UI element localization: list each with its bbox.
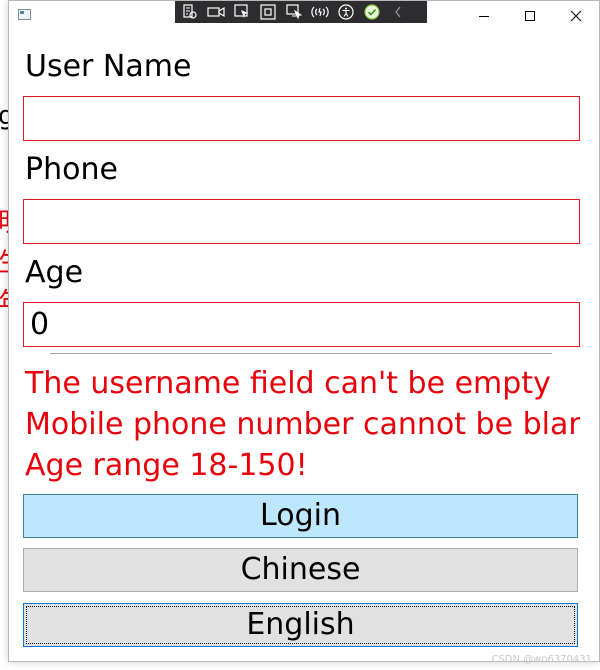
xaml-dev-toolbar	[175, 1, 427, 23]
error-separator	[50, 353, 552, 354]
display-layout-adorners-icon[interactable]	[259, 3, 277, 21]
age-error: Age range 18-150!	[25, 448, 308, 483]
track-focus-icon[interactable]	[285, 3, 303, 21]
minimize-button[interactable]	[461, 1, 507, 31]
accessibility-icon[interactable]	[337, 3, 355, 21]
username-input[interactable]	[23, 96, 580, 141]
title-bar[interactable]	[9, 1, 599, 31]
maximize-button[interactable]	[507, 1, 553, 31]
watermark: CSDN @wo6370431	[491, 654, 592, 665]
record-icon[interactable]	[207, 3, 225, 21]
phone-error: Mobile phone number cannot be blank	[25, 407, 580, 442]
app-icon[interactable]	[18, 9, 31, 20]
chinese-button[interactable]: Chinese	[23, 548, 578, 592]
age-input[interactable]	[23, 302, 580, 347]
username-label: User Name	[25, 49, 192, 84]
live-visual-tree-icon[interactable]	[181, 3, 199, 21]
login-button[interactable]: Login	[23, 494, 578, 538]
age-label: Age	[25, 255, 84, 290]
hot-reload-icon[interactable]	[311, 3, 329, 21]
phone-label: Phone	[25, 152, 118, 187]
english-button[interactable]: English	[23, 603, 578, 647]
app-window: User Name Phone Age The username field c…	[8, 0, 600, 662]
validation-errors: The username field can't be empty Mobile…	[25, 363, 580, 486]
phone-input[interactable]	[23, 199, 580, 244]
select-element-icon[interactable]	[233, 3, 251, 21]
username-error: The username field can't be empty	[25, 366, 551, 401]
collapse-icon[interactable]	[389, 3, 407, 21]
status-check-icon[interactable]	[363, 3, 381, 21]
close-button[interactable]	[553, 1, 599, 31]
